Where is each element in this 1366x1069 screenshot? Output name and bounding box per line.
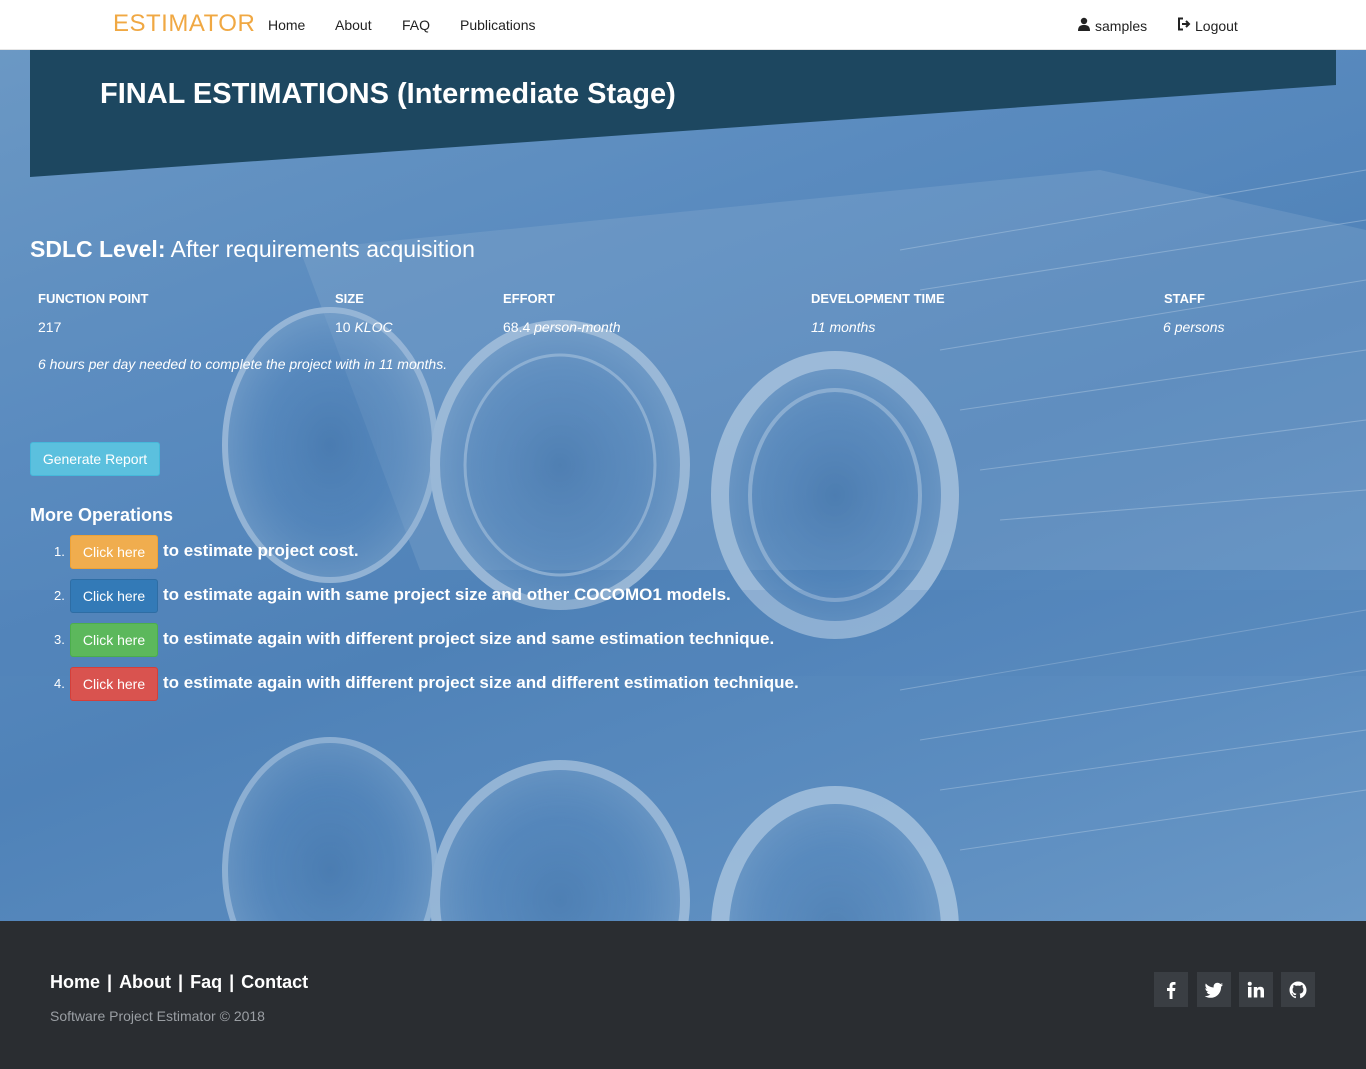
header-function-point: FUNCTION POINT xyxy=(38,291,149,306)
footer-link-about[interactable]: About xyxy=(119,972,171,992)
hours-note: 6 hours per day needed to complete the p… xyxy=(38,356,448,372)
footer-links: Home | About | Faq | Contact xyxy=(50,972,309,992)
footer: Home | About | Faq | Contact Software Pr… xyxy=(0,921,1366,1069)
effort-unit: person-month xyxy=(534,319,621,335)
header-development-time: DEVELOPMENT TIME xyxy=(811,291,945,306)
footer-link-faq[interactable]: Faq xyxy=(190,972,222,992)
top-navbar: ESTIMATOR Home About FAQ Publications sa… xyxy=(0,0,1366,50)
development-time-number: 11 xyxy=(811,319,826,335)
logout-label: Logout xyxy=(1195,17,1238,34)
size-unit: KLOC xyxy=(354,319,393,335)
sdlc-level: SDLC Level: After requirements acquisiti… xyxy=(30,236,475,263)
nav-link-about[interactable]: About xyxy=(335,17,372,33)
operation-number: 4. xyxy=(54,676,65,691)
facebook-button[interactable] xyxy=(1154,972,1188,1007)
blueprint-background-image xyxy=(0,169,1366,921)
twitter-icon xyxy=(1204,982,1223,998)
hero-section xyxy=(0,50,1366,921)
operation-number: 1. xyxy=(54,544,65,559)
twitter-button[interactable] xyxy=(1197,972,1231,1007)
value-staff: 6 persons xyxy=(1163,319,1225,335)
operation-number: 2. xyxy=(54,588,65,603)
github-icon xyxy=(1289,981,1307,998)
size-number: 10 xyxy=(335,319,351,335)
nav-link-home[interactable]: Home xyxy=(268,17,305,33)
estimate-same-technique-button[interactable]: Click here xyxy=(70,623,158,657)
nav-user-link[interactable]: samples xyxy=(1077,17,1147,34)
estimate-cost-button[interactable]: Click here xyxy=(70,535,158,569)
staff-number: 6 xyxy=(1163,319,1171,335)
footer-link-home[interactable]: Home xyxy=(50,972,100,992)
estimate-different-technique-button[interactable]: Click here xyxy=(70,667,158,701)
brand-logo[interactable]: ESTIMATOR xyxy=(113,10,255,38)
generate-report-button[interactable]: Generate Report xyxy=(30,442,160,476)
user-name-label: samples xyxy=(1095,17,1148,34)
value-size: 10 KLOC xyxy=(335,319,393,335)
nav-link-publications[interactable]: Publications xyxy=(460,17,536,33)
value-function-point: 217 xyxy=(38,319,61,335)
sdlc-label: SDLC Level: xyxy=(30,236,166,262)
estimate-cocomo1-button[interactable]: Click here xyxy=(70,579,158,613)
staff-unit: persons xyxy=(1174,319,1225,335)
logout-icon xyxy=(1177,17,1191,34)
github-button[interactable] xyxy=(1281,972,1315,1007)
development-time-unit: months xyxy=(829,319,876,335)
footer-link-contact[interactable]: Contact xyxy=(241,972,308,992)
more-operations-title: More Operations xyxy=(30,505,174,525)
operation-description: to estimate again with different project… xyxy=(163,629,775,648)
linkedin-icon xyxy=(1247,981,1264,997)
header-size: SIZE xyxy=(335,291,364,306)
page-title: FINAL ESTIMATIONS (Intermediate Stage) xyxy=(100,78,676,110)
logout-link[interactable]: Logout xyxy=(1177,17,1238,34)
value-development-time: 11 months xyxy=(811,319,875,335)
effort-number: 68.4 xyxy=(503,319,531,335)
user-icon xyxy=(1077,17,1091,34)
nav-link-faq[interactable]: FAQ xyxy=(402,17,430,33)
header-staff: STAFF xyxy=(1164,291,1205,306)
value-effort: 68.4 person-month xyxy=(503,319,621,335)
function-point-number: 217 xyxy=(38,319,62,335)
copyright-text: Software Project Estimator © 2018 xyxy=(50,1008,265,1024)
operation-description: to estimate project cost. xyxy=(163,541,359,560)
header-effort: EFFORT xyxy=(503,291,555,306)
operation-number: 3. xyxy=(54,632,65,647)
operation-description: to estimate again with different project… xyxy=(163,673,799,692)
sdlc-value: After requirements acquisition xyxy=(170,236,475,262)
title-banner xyxy=(30,50,1336,177)
linkedin-button[interactable] xyxy=(1239,972,1273,1007)
facebook-icon xyxy=(1167,981,1176,999)
operation-description: to estimate again with same project size… xyxy=(163,585,731,604)
